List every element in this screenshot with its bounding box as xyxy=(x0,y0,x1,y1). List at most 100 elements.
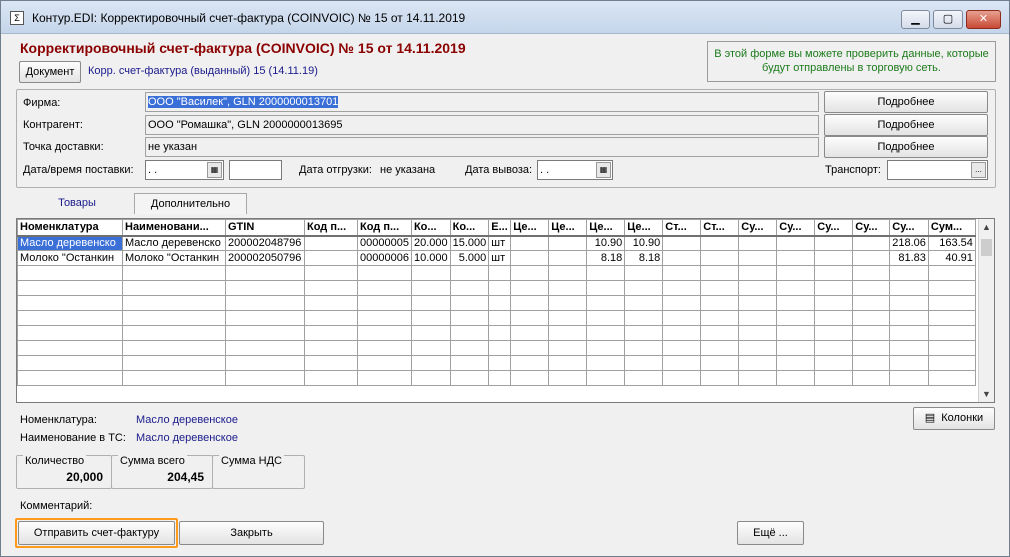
scroll-down-icon[interactable]: ▼ xyxy=(979,386,994,402)
table-cell[interactable] xyxy=(700,340,740,356)
table-cell[interactable]: 20.000 xyxy=(410,235,451,251)
column-header[interactable]: GTIN xyxy=(225,219,305,237)
document-link[interactable]: Корр. счет-фактура (выданный) 15 (14.11.… xyxy=(88,65,318,77)
table-cell[interactable] xyxy=(17,355,123,371)
table-cell[interactable] xyxy=(889,280,929,296)
table-cell[interactable] xyxy=(304,295,358,311)
table-cell[interactable] xyxy=(586,280,626,296)
table-cell[interactable] xyxy=(17,295,123,311)
table-cell[interactable]: Масло деревенско xyxy=(122,235,226,251)
column-header[interactable]: Су... xyxy=(889,219,929,237)
table-cell[interactable] xyxy=(889,310,929,326)
scroll-up-icon[interactable]: ▲ xyxy=(979,219,994,235)
columns-button[interactable]: ▤ Колонки xyxy=(913,407,995,430)
column-header[interactable]: Су... xyxy=(738,219,778,237)
table-cell[interactable] xyxy=(488,295,512,311)
column-header[interactable]: Су... xyxy=(814,219,854,237)
table-cell[interactable] xyxy=(662,265,702,281)
table-cell[interactable] xyxy=(304,250,358,266)
table-cell[interactable] xyxy=(700,295,740,311)
table-cell[interactable] xyxy=(17,325,123,341)
table-cell[interactable] xyxy=(548,370,588,386)
table-cell[interactable] xyxy=(122,355,226,371)
table-cell[interactable] xyxy=(488,370,512,386)
table-cell[interactable]: Молоко "Останкин xyxy=(17,250,123,266)
minimize-icon[interactable]: ▁ xyxy=(901,10,930,29)
table-cell[interactable] xyxy=(814,370,854,386)
table-row[interactable] xyxy=(17,280,976,296)
table-cell[interactable] xyxy=(449,295,490,311)
table-cell[interactable] xyxy=(852,250,891,266)
table-cell[interactable] xyxy=(410,265,451,281)
table-cell[interactable] xyxy=(700,265,740,281)
column-header[interactable]: Код п... xyxy=(304,219,358,237)
table-cell[interactable] xyxy=(776,355,816,371)
column-header[interactable]: Ко... xyxy=(449,219,490,237)
column-header[interactable]: Е... xyxy=(488,219,512,237)
table-row[interactable] xyxy=(17,355,976,371)
table-cell[interactable]: Масло деревенско xyxy=(17,235,123,251)
table-cell[interactable] xyxy=(662,250,702,266)
table-cell[interactable] xyxy=(624,310,664,326)
table-cell[interactable] xyxy=(225,265,305,281)
table-cell[interactable] xyxy=(776,370,816,386)
scroll-thumb[interactable] xyxy=(981,239,992,256)
table-cell[interactable] xyxy=(814,340,854,356)
table-cell[interactable] xyxy=(548,325,588,341)
table-cell[interactable]: 8.18 xyxy=(624,250,664,266)
table-cell[interactable] xyxy=(927,340,976,356)
send-invoice-button[interactable]: Отправить счет-фактуру xyxy=(18,521,175,545)
table-cell[interactable] xyxy=(776,340,816,356)
table-cell[interactable] xyxy=(510,340,550,356)
table-cell[interactable] xyxy=(889,325,929,341)
table-cell[interactable] xyxy=(304,235,358,251)
table-cell[interactable]: 10.000 xyxy=(410,250,451,266)
table-cell[interactable] xyxy=(510,250,550,266)
table-cell[interactable]: 5.000 xyxy=(449,250,490,266)
table-cell[interactable] xyxy=(510,355,550,371)
table-cell[interactable] xyxy=(814,265,854,281)
table-scrollbar[interactable]: ▲ ▼ xyxy=(978,219,994,402)
table-cell[interactable] xyxy=(738,325,778,341)
table-cell[interactable] xyxy=(548,310,588,326)
table-cell[interactable] xyxy=(17,265,123,281)
column-header[interactable]: Це... xyxy=(624,219,664,237)
table-cell[interactable] xyxy=(449,280,490,296)
table-cell[interactable] xyxy=(510,235,550,251)
table-cell[interactable] xyxy=(449,370,490,386)
table-cell[interactable] xyxy=(488,310,512,326)
table-cell[interactable] xyxy=(586,265,626,281)
table-cell[interactable] xyxy=(927,310,976,326)
column-header[interactable]: Це... xyxy=(586,219,626,237)
table-cell[interactable] xyxy=(662,370,702,386)
table-cell[interactable] xyxy=(510,265,550,281)
table-cell[interactable] xyxy=(624,325,664,341)
table-cell[interactable]: 40.91 xyxy=(927,250,976,266)
table-cell[interactable] xyxy=(122,280,226,296)
table-cell[interactable] xyxy=(624,370,664,386)
table-cell[interactable] xyxy=(357,280,412,296)
table-cell[interactable] xyxy=(225,340,305,356)
table-cell[interactable] xyxy=(889,370,929,386)
table-cell[interactable] xyxy=(889,355,929,371)
table-cell[interactable] xyxy=(225,325,305,341)
table-row[interactable] xyxy=(17,310,976,326)
table-cell[interactable] xyxy=(700,235,740,251)
table-cell[interactable] xyxy=(357,265,412,281)
table-cell[interactable] xyxy=(357,325,412,341)
table-cell[interactable] xyxy=(738,280,778,296)
table-cell[interactable]: 00000006 xyxy=(357,250,412,266)
table-cell[interactable] xyxy=(304,265,358,281)
table-cell[interactable] xyxy=(410,325,451,341)
table-cell[interactable] xyxy=(449,325,490,341)
table-cell[interactable] xyxy=(225,295,305,311)
table-cell[interactable] xyxy=(17,280,123,296)
table-cell[interactable] xyxy=(122,370,226,386)
table-cell[interactable] xyxy=(662,325,702,341)
table-cell[interactable] xyxy=(662,355,702,371)
table-cell[interactable] xyxy=(624,295,664,311)
table-cell[interactable] xyxy=(357,310,412,326)
table-cell[interactable] xyxy=(776,250,816,266)
table-cell[interactable] xyxy=(738,355,778,371)
table-cell[interactable] xyxy=(738,295,778,311)
